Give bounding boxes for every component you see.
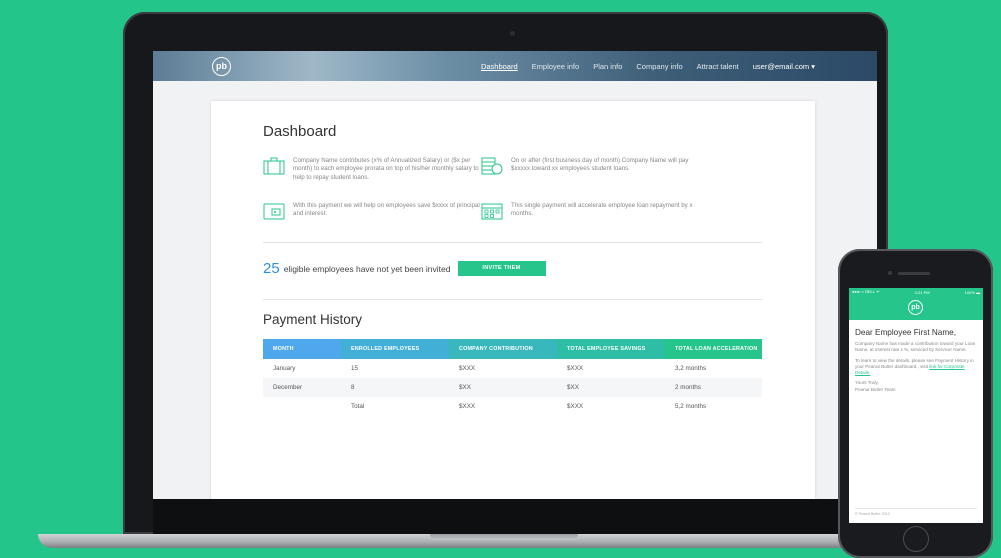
laptop-camera [510,31,515,36]
top-nav: pb Dashboard Employee info Plan info Com… [153,51,877,81]
battery-indicator: 100% ▬ [964,289,980,295]
pb-logo[interactable]: pb [212,57,231,76]
user-menu[interactable]: user@email.com ▾ [753,62,815,71]
eligible-count: 25 [263,260,280,277]
nav-plan-info[interactable]: Plan info [593,62,622,71]
table-header-row: MONTH ENROLLED EMPLOYEES COMPANY CONTRIB… [263,339,762,359]
column-header[interactable]: TOTAL EMPLOYEE SAVINGS [557,339,665,359]
phone-status-bar: ●●●○○ BELL ᯤ 4:21 PM 100% ▬ [849,288,983,296]
column-header[interactable]: TOTAL LOAN ACCELERATION [665,339,762,359]
nav-employee-info[interactable]: Employee info [532,62,580,71]
wallet-icon [263,203,285,220]
briefcase-icon [263,157,285,175]
phone-screen: ●●●○○ BELL ᯤ 4:21 PM 100% ▬ pb Dear Empl… [849,288,983,523]
table-cell: $XXX [459,365,476,372]
table-cell: 5,2 months [675,403,707,410]
table-cell: $XXX [567,365,584,372]
payment-history-table: MONTH ENROLLED EMPLOYEES COMPANY CONTRIB… [263,339,762,416]
table-cell: 3,2 months [675,365,707,372]
email-header: pb [849,296,983,320]
table-cell: $XXX [567,403,584,410]
email-footer: © Peanut Butter 2015 [855,512,890,516]
info-savings: With this payment we will help on employ… [263,202,488,220]
column-header[interactable]: MONTH [263,339,341,359]
table-row: December 8 $XX $XX 2 months [263,378,762,397]
table-row: Total $XXX $XXX 5,2 months [263,397,762,416]
nav-dashboard[interactable]: Dashboard [481,62,518,71]
info-text: With this payment we will help on employ… [293,202,480,218]
table-cell: January [273,365,296,372]
info-payment-date: On or after (first business day of month… [481,157,706,175]
coins-icon [481,157,503,175]
column-header[interactable]: ENROLLED EMPLOYEES [341,339,449,359]
pb-logo: pb [908,300,923,315]
nav-attract-talent[interactable]: Attract talent [697,62,739,71]
email-paragraph: To learn to view the details, please see… [855,358,977,377]
team-text: Peanut Butter Team [855,386,896,392]
email-body: Company Name has made a contribution tow… [849,341,983,393]
invite-them-button[interactable]: INVITE THEM [457,261,546,276]
calendar-icon [481,203,503,220]
dashboard-card: Dashboard Company Name contributes (x% o… [211,101,815,499]
info-text: Company Name contributes (x% of Annualiz… [293,157,479,181]
signoff-text: Yours Truly, [855,380,879,386]
eligible-text: eligible employees have not yet been inv… [283,263,451,274]
table-row: January 15 $XXX $XXX 3,2 months [263,359,762,378]
nav-company-info[interactable]: Company info [636,62,682,71]
table-cell: 2 months [665,378,762,397]
carrier-signal: ●●●○○ BELL ᯤ [852,289,880,294]
column-header[interactable]: COMPANY CONTRIBUTION [449,339,557,359]
email-signoff: Yours Truly, Peanut Butter Team [855,380,977,393]
table-cell: December [263,378,341,397]
email-greeting: Dear Employee First Name, [855,328,957,337]
table-cell: 15 [351,365,359,372]
status-time: 4:21 PM [914,289,930,295]
info-text: On or after (first business day of month… [511,157,689,173]
phone-home-button[interactable] [903,526,929,552]
divider [855,508,977,509]
page-title: Dashboard [263,123,337,140]
phone-earpiece [898,272,930,275]
table-cell: $XX [557,378,665,397]
divider [263,242,762,243]
laptop-screen: pb Dashboard Employee info Plan info Com… [153,51,877,499]
laptop-chin [153,499,877,535]
info-contribution: Company Name contributes (x% of Annualiz… [263,157,488,182]
table-cell [263,397,341,416]
table-cell: 8 [341,378,449,397]
eligible-banner: 25 eligible employees have not yet been … [263,260,546,277]
nav-links: Dashboard Employee info Plan info Compan… [481,51,815,81]
phone-camera [888,271,892,275]
info-text: This single payment will accelerate empl… [511,202,693,218]
table-cell: $XXX [459,403,476,410]
email-paragraph: Company Name has made a contribution tow… [855,341,976,353]
table-cell: Total [351,403,365,410]
table-cell: $XX [449,378,557,397]
payment-history-title: Payment History [263,312,363,327]
info-acceleration: This single payment will accelerate empl… [481,202,706,220]
laptop-notch [430,534,578,540]
divider [263,299,762,300]
